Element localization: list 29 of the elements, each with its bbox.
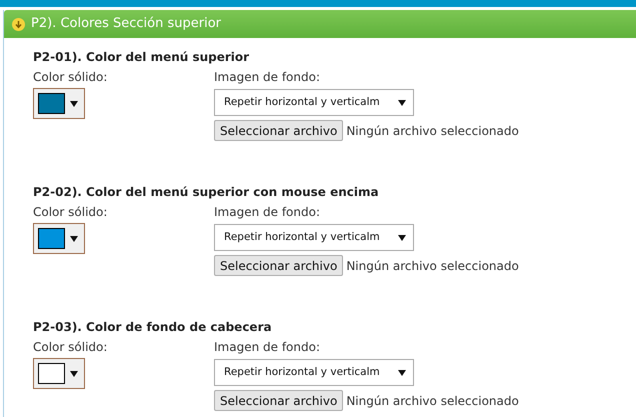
caret-icon (398, 368, 406, 376)
file-status: Ningún archivo seleccionado (346, 122, 519, 140)
field-label: Imagen de fondo: (214, 204, 321, 221)
caret-icon (398, 234, 406, 242)
caret-icon (70, 370, 78, 378)
setting-title: P2-03). Color de fondo de cabecera (33, 319, 273, 336)
caret-icon (70, 100, 78, 108)
select-field[interactable]: Repetir horizontal y verticalm (214, 89, 414, 116)
field-label: Imagen de fondo: (214, 69, 321, 86)
field-label: Color sólido: (33, 204, 108, 221)
file-status: Ningún archivo seleccionado (346, 258, 519, 274)
color-picker[interactable] (33, 223, 85, 254)
field-label: Color sólido: (33, 69, 108, 86)
file-status: Ningún archivo seleccionado (346, 392, 519, 410)
file-button[interactable]: Seleccionar archivo (214, 255, 344, 276)
color-picker[interactable] (33, 358, 85, 389)
panel-title: P2). Colores Sección superior (31, 15, 222, 34)
color-picker[interactable] (33, 88, 85, 119)
field-label: Color sólido: (33, 339, 108, 356)
caret-icon (398, 98, 406, 106)
select-field[interactable]: Repetir horizontal y verticalm (214, 224, 414, 251)
collapse-icon[interactable] (12, 18, 25, 30)
caret-icon (70, 234, 78, 242)
file-button[interactable]: Seleccionar archivo (214, 120, 344, 141)
field-label: Imagen de fondo: (214, 339, 321, 356)
file-button[interactable]: Seleccionar archivo (214, 390, 344, 411)
select-field[interactable]: Repetir horizontal y verticalm (214, 359, 414, 386)
setting-title: P2-02). Color del menú superior con mouse encima (33, 184, 380, 201)
setting-title: P2-01). Color del menú superior (33, 49, 250, 66)
